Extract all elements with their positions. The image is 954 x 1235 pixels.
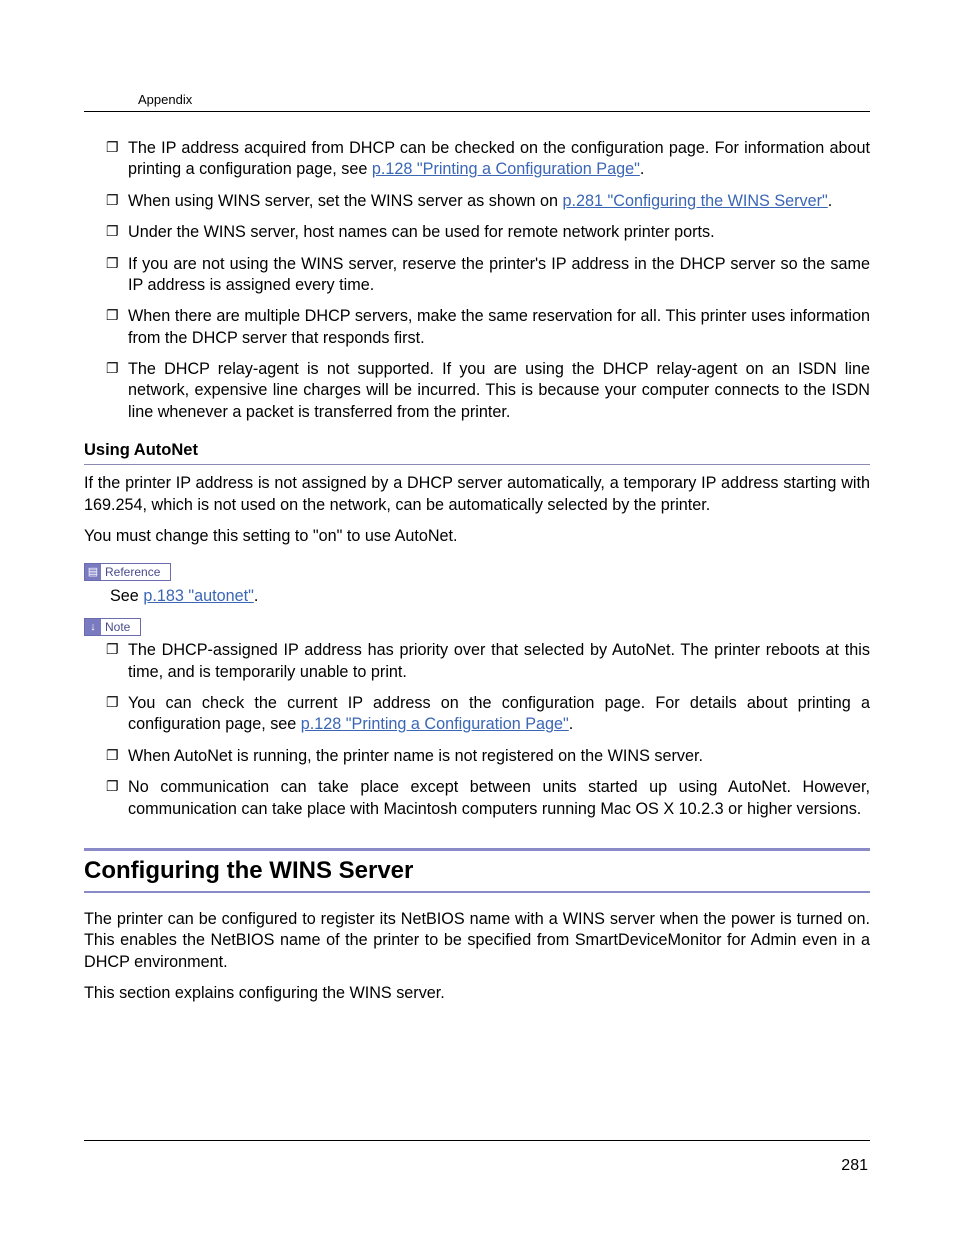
- reference-line: See p.183 "autonet".: [110, 587, 870, 606]
- subheading-using-autonet: Using AutoNet: [84, 441, 870, 465]
- list-item-text: When there are multiple DHCP servers, ma…: [128, 307, 870, 346]
- list-item-text-post: .: [828, 192, 833, 210]
- autonet-paragraph-1: If the printer IP address is not assigne…: [84, 473, 870, 516]
- autonet-paragraph-2: You must change this setting to "on" to …: [84, 526, 870, 547]
- list-item: When there are multiple DHCP servers, ma…: [106, 306, 870, 349]
- list-item-text: When using WINS server, set the WINS ser…: [128, 192, 563, 210]
- header-text: Appendix: [138, 92, 192, 107]
- wins-paragraph-2: This section explains configuring the WI…: [84, 983, 870, 1004]
- list-item-text: When AutoNet is running, the printer nam…: [128, 747, 703, 765]
- reference-badge: ▤ Reference: [84, 563, 171, 581]
- page-content: The IP address acquired from DHCP can be…: [84, 138, 870, 1004]
- list-item: You can check the current IP address on …: [106, 693, 870, 736]
- list-item-text: The DHCP-assigned IP address has priorit…: [128, 641, 870, 680]
- note-list-1: The IP address acquired from DHCP can be…: [84, 138, 870, 423]
- list-item-text-post: .: [640, 160, 645, 178]
- list-item: Under the WINS server, host names can be…: [106, 222, 870, 243]
- page-header: Appendix: [84, 92, 870, 112]
- section-rule-top: [84, 848, 870, 851]
- reference-post: .: [254, 587, 259, 605]
- list-item: The IP address acquired from DHCP can be…: [106, 138, 870, 181]
- list-item: No communication can take place except b…: [106, 777, 870, 820]
- list-item-text: If you are not using the WINS server, re…: [128, 255, 870, 294]
- wins-paragraph-1: The printer can be configured to registe…: [84, 909, 870, 973]
- section-title-wins: Configuring the WINS Server: [84, 857, 870, 885]
- note-badge: ↓ Note: [84, 618, 141, 636]
- section-rule-bottom: [84, 891, 870, 893]
- cross-reference-link[interactable]: p.281 "Configuring the WINS Server": [563, 192, 828, 210]
- reference-pre: See: [110, 587, 143, 605]
- note-list-2: The DHCP-assigned IP address has priorit…: [84, 640, 870, 820]
- list-item: When using WINS server, set the WINS ser…: [106, 191, 870, 212]
- page-number: 281: [841, 1157, 868, 1175]
- reference-icon: ▤: [85, 564, 101, 580]
- list-item-text: No communication can take place except b…: [128, 778, 870, 817]
- reference-label: Reference: [105, 564, 170, 580]
- note-icon: ↓: [85, 619, 101, 635]
- list-item: The DHCP relay-agent is not supported. I…: [106, 359, 870, 423]
- list-item: When AutoNet is running, the printer nam…: [106, 746, 870, 767]
- list-item: If you are not using the WINS server, re…: [106, 254, 870, 297]
- list-item: The DHCP-assigned IP address has priorit…: [106, 640, 870, 683]
- cross-reference-link[interactable]: p.128 "Printing a Configuration Page": [372, 160, 640, 178]
- list-item-text-post: .: [569, 715, 574, 733]
- cross-reference-link[interactable]: p.128 "Printing a Configuration Page": [301, 715, 569, 733]
- list-item-text: The DHCP relay-agent is not supported. I…: [128, 360, 870, 421]
- link-autonet[interactable]: p.183 "autonet": [143, 587, 254, 605]
- note-label: Note: [105, 619, 140, 635]
- document-page: Appendix The IP address acquired from DH…: [0, 0, 954, 1235]
- list-item-text: Under the WINS server, host names can be…: [128, 223, 715, 241]
- footer-rule: [84, 1140, 870, 1141]
